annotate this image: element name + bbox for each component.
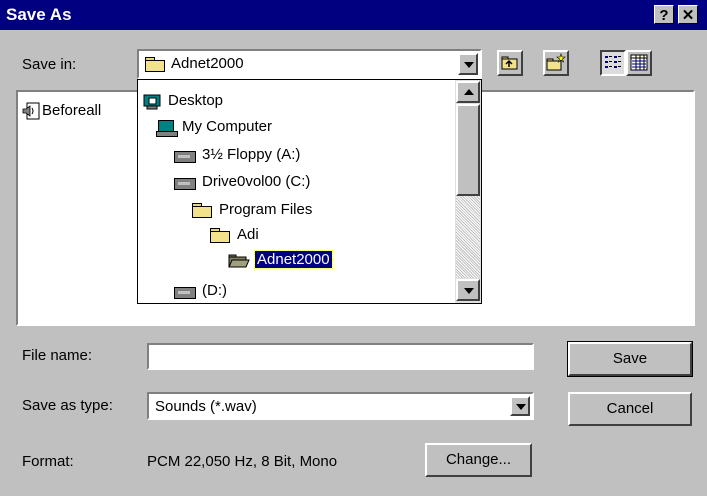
tree-item-label: Program Files xyxy=(219,201,313,218)
cancel-button-label: Cancel xyxy=(606,400,654,417)
details-view-icon xyxy=(630,54,648,71)
save-as-type-dropdown-button[interactable] xyxy=(510,396,530,416)
tree-item-label: Drive0vol00 (C:) xyxy=(202,173,311,190)
scroll-up-button[interactable] xyxy=(456,81,480,103)
create-new-folder-button[interactable] xyxy=(543,50,569,76)
window-title: Save As xyxy=(6,5,72,24)
format-label: Format: xyxy=(22,453,74,470)
up-folder-icon xyxy=(501,56,518,70)
scroll-down-button[interactable] xyxy=(456,279,480,301)
new-folder-icon xyxy=(546,53,566,71)
save-in-dropdown[interactable]: Adnet2000 xyxy=(137,49,482,79)
save-button[interactable]: Save xyxy=(567,341,693,377)
title-bar: Save As ? ✕ xyxy=(0,0,707,30)
up-one-level-button[interactable] xyxy=(497,50,523,76)
chevron-up-icon xyxy=(464,89,474,95)
save-as-type-value: Sounds (*.wav) xyxy=(155,398,257,415)
sound-file-icon xyxy=(22,102,40,120)
close-button[interactable]: ✕ xyxy=(678,5,698,24)
details-view-button[interactable] xyxy=(626,50,652,76)
save-as-type-dropdown[interactable]: Sounds (*.wav) xyxy=(147,392,534,420)
tree-item-label: Adi xyxy=(237,226,259,243)
save-button-label: Save xyxy=(612,350,648,367)
computer-icon xyxy=(156,120,178,137)
chevron-down-icon xyxy=(464,288,474,294)
save-in-label: Save in: xyxy=(22,56,77,73)
change-button[interactable]: Change... xyxy=(425,443,532,477)
tree-item-label: (D:) xyxy=(202,282,227,299)
list-view-button[interactable] xyxy=(600,50,626,76)
floppy-drive-icon xyxy=(174,151,196,163)
tree-item-label: Adnet2000 xyxy=(254,250,333,269)
cancel-button[interactable]: Cancel xyxy=(568,392,692,426)
save-in-dropdown-list[interactable]: Desktop My Computer 3½ Floppy (A:) Drive… xyxy=(137,79,482,304)
open-folder-icon xyxy=(228,254,250,268)
save-as-type-label: Save as type: xyxy=(22,397,113,414)
file-list-item-label: Beforeall xyxy=(42,102,102,119)
folder-icon xyxy=(145,57,165,72)
list-view-icon xyxy=(605,56,621,68)
help-button[interactable]: ? xyxy=(654,5,674,24)
format-value: PCM 22,050 Hz, 8 Bit, Mono xyxy=(147,453,338,470)
file-name-field[interactable] xyxy=(147,343,534,370)
scrollbar[interactable] xyxy=(455,80,481,303)
tree-item-label: 3½ Floppy (A:) xyxy=(202,146,301,163)
hard-drive-icon xyxy=(174,178,196,190)
chevron-down-icon xyxy=(516,404,526,410)
scroll-track[interactable] xyxy=(456,196,480,278)
hard-drive-icon xyxy=(174,287,196,299)
desktop-icon xyxy=(143,94,161,110)
folder-icon xyxy=(192,203,212,218)
scroll-thumb[interactable] xyxy=(456,104,480,196)
tree-item-label: Desktop xyxy=(168,92,224,109)
file-name-label: File name: xyxy=(22,347,93,364)
tree-item-label: My Computer xyxy=(182,118,273,135)
folder-icon xyxy=(210,228,230,243)
save-in-value: Adnet2000 xyxy=(171,55,244,72)
save-in-dropdown-button[interactable] xyxy=(458,53,478,75)
chevron-down-icon xyxy=(464,62,474,68)
change-button-label: Change... xyxy=(445,451,512,468)
